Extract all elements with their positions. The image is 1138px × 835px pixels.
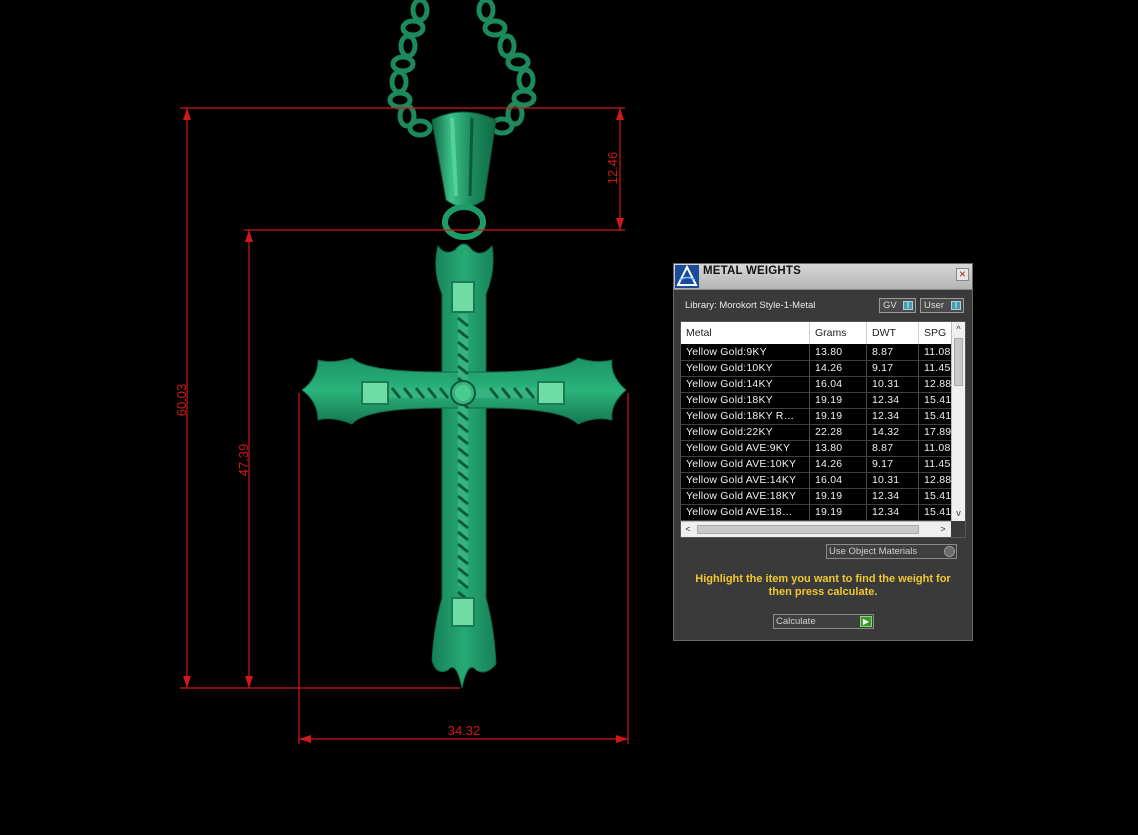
cell-spg: 15.41: [924, 394, 951, 406]
cell-dwt: 12.34: [867, 489, 919, 504]
cell-grams: 16.04: [810, 377, 867, 392]
user-toggle[interactable]: User I: [920, 298, 964, 313]
user-toggle-label: User: [924, 300, 945, 311]
scroll-right-icon[interactable]: >: [936, 522, 950, 537]
table-row[interactable]: Yellow Gold:18KY 19.19 12.34 15.41: [681, 393, 951, 409]
use-object-materials-dropdown[interactable]: Use Object Materials: [826, 544, 957, 559]
cell-spg: 11.45: [924, 458, 951, 470]
dimension-width: 34.32: [448, 723, 481, 738]
dimension-overall-height: 60.03: [174, 384, 189, 417]
horizontal-scrollbar[interactable]: < >: [681, 521, 951, 537]
user-toggle-knob-icon: I: [951, 301, 961, 310]
table-header: Metal Grams DWT SPG: [681, 322, 951, 344]
library-label: Library: Morokort Style-1-Metal: [685, 300, 816, 311]
cell-spg: 12.88: [924, 474, 951, 486]
play-arrow-icon[interactable]: ▶: [860, 616, 872, 627]
cell-spg: 15.41: [924, 506, 951, 518]
cell-grams: 19.19: [810, 489, 867, 504]
cell-spg: 11.08: [924, 442, 951, 454]
table-row[interactable]: Yellow Gold AVE:14KY 16.04 10.31 12.88: [681, 473, 951, 489]
cell-grams: 13.80: [810, 441, 867, 456]
cell-metal: Yellow Gold AVE:10KY: [681, 457, 810, 472]
column-header-spg[interactable]: SPG: [919, 322, 951, 344]
table-row[interactable]: Yellow Gold:9KY 13.80 8.87 11.08: [681, 345, 951, 361]
cell-spg: 11.45: [924, 362, 951, 374]
cell-dwt: 12.34: [867, 393, 919, 408]
close-icon[interactable]: ×: [956, 268, 969, 281]
table-row[interactable]: Yellow Gold AVE:9KY 13.80 8.87 11.08: [681, 441, 951, 457]
panel-titlebar[interactable]: METAL WEIGHTS ×: [674, 264, 972, 290]
gv-toggle-knob-icon: I: [903, 301, 913, 310]
scroll-down-icon[interactable]: v: [952, 506, 965, 520]
cell-grams: 22.28: [810, 425, 867, 440]
cell-metal: Yellow Gold AVE:18KY: [681, 489, 810, 504]
cell-metal: Yellow Gold:22KY: [681, 425, 810, 440]
cell-dwt: 12.34: [867, 505, 919, 520]
scroll-left-icon[interactable]: <: [681, 522, 695, 537]
cross-pendant: [301, 243, 627, 689]
gv-toggle-label: GV: [883, 300, 897, 311]
column-header-grams[interactable]: Grams: [810, 322, 867, 344]
cell-metal: Yellow Gold:9KY: [681, 345, 810, 360]
table-row[interactable]: Yellow Gold:10KY 14.26 9.17 11.45: [681, 361, 951, 377]
cell-dwt: 10.31: [867, 377, 919, 392]
cell-grams: 19.19: [810, 409, 867, 424]
cell-grams: 14.26: [810, 457, 867, 472]
cell-grams: 13.80: [810, 345, 867, 360]
cell-metal: Yellow Gold:14KY: [681, 377, 810, 392]
horizontal-scroll-thumb[interactable]: [697, 525, 919, 534]
cell-dwt: 9.17: [867, 361, 919, 376]
cell-metal: Yellow Gold AVE:14KY: [681, 473, 810, 488]
dimension-body-height: 47.39: [236, 444, 251, 477]
table-row[interactable]: Yellow Gold:18KY R… 19.19 12.34 15.41: [681, 409, 951, 425]
cell-spg: 17.89: [924, 426, 951, 438]
cell-dwt: 14.32: [867, 425, 919, 440]
cell-dwt: 12.34: [867, 409, 919, 424]
cell-grams: 16.04: [810, 473, 867, 488]
table-row[interactable]: Yellow Gold:22KY 22.28 14.32 17.89: [681, 425, 951, 441]
pendant-bail: [431, 111, 497, 240]
table-body: Yellow Gold:9KY 13.80 8.87 11.08 Yellow Gold…: [681, 345, 951, 521]
cell-grams: 14.26: [810, 361, 867, 376]
gv-toggle[interactable]: GV I: [879, 298, 916, 313]
table-row[interactable]: Yellow Gold:14KY 16.04 10.31 12.88: [681, 377, 951, 393]
cell-grams: 19.19: [810, 393, 867, 408]
scroll-up-icon[interactable]: ^: [952, 322, 965, 336]
cell-metal: Yellow Gold AVE:18…: [681, 505, 810, 520]
calculate-label: Calculate: [776, 616, 816, 627]
cell-spg: 15.41: [924, 410, 951, 422]
cell-dwt: 8.87: [867, 345, 919, 360]
use-object-materials-label: Use Object Materials: [829, 546, 918, 557]
cell-spg: 11.08: [924, 346, 951, 358]
cell-spg: 15.41: [924, 490, 951, 502]
cell-metal: Yellow Gold:10KY: [681, 361, 810, 376]
table-row[interactable]: Yellow Gold AVE:18… 19.19 12.34 15.41: [681, 505, 951, 521]
app-logo-icon: [675, 265, 699, 288]
panel-title: METAL WEIGHTS: [703, 265, 802, 277]
dimension-lines: [180, 107, 629, 744]
column-header-metal[interactable]: Metal: [681, 322, 810, 344]
dropdown-toggle-icon[interactable]: [944, 546, 955, 557]
table-row[interactable]: Yellow Gold AVE:10KY 14.26 9.17 11.45: [681, 457, 951, 473]
cell-grams: 19.19: [810, 505, 867, 520]
calculate-button[interactable]: Calculate ▶: [773, 614, 874, 629]
cell-dwt: 9.17: [867, 457, 919, 472]
cell-metal: Yellow Gold:18KY R…: [681, 409, 810, 424]
column-header-dwt[interactable]: DWT: [867, 322, 919, 344]
cell-metal: Yellow Gold AVE:9KY: [681, 441, 810, 456]
vertical-scroll-thumb[interactable]: [954, 338, 963, 386]
cell-dwt: 10.31: [867, 473, 919, 488]
dimension-bail-height: 12.46: [605, 152, 620, 185]
cell-metal: Yellow Gold:18KY: [681, 393, 810, 408]
table-row[interactable]: Yellow Gold AVE:18KY 19.19 12.34 15.41: [681, 489, 951, 505]
vertical-scrollbar[interactable]: ^ v: [951, 322, 965, 521]
scrollbar-corner: [951, 521, 965, 537]
metal-weights-table[interactable]: Metal Grams DWT SPG Yellow Gold:9KY 13.80…: [680, 321, 966, 538]
cell-spg: 12.88: [924, 378, 951, 390]
metal-weights-panel: METAL WEIGHTS × Library: Morokort Style-…: [673, 263, 973, 641]
instruction-text: Highlight the item you want to find the …: [695, 573, 951, 598]
cell-dwt: 8.87: [867, 441, 919, 456]
